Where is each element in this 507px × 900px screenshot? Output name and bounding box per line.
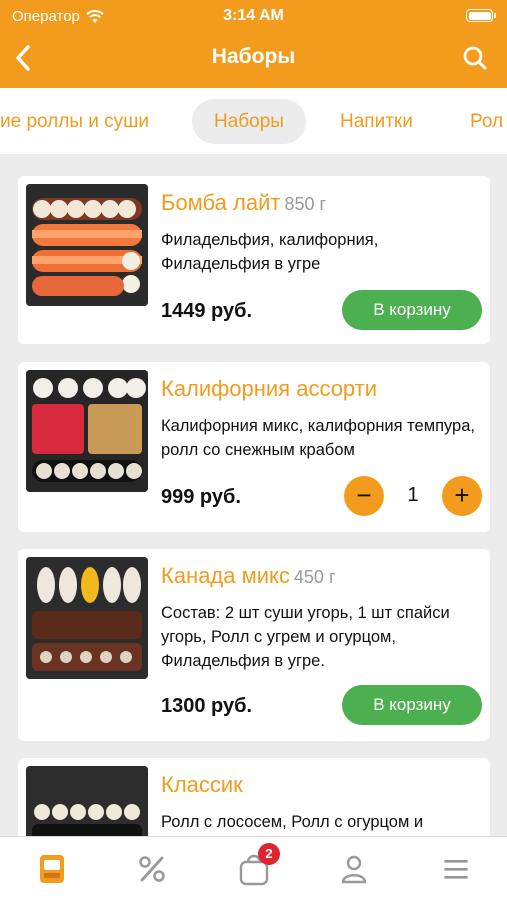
add-to-cart-button[interactable]: В корзину [342,290,482,330]
product-weight: 850 г [284,194,327,214]
product-name: Канада микс [161,563,290,588]
tab-menu[interactable] [32,851,72,887]
product-price: 999 руб. [161,486,241,508]
product-name: Калифорния ассорти [161,376,378,401]
product-title: Калифорния ассорти [161,376,377,402]
battery-icon [466,9,496,22]
product-title: Канада микс 450 г [161,563,336,589]
product-image[interactable] [26,370,148,492]
search-button[interactable] [457,40,493,76]
bottom-tab-bar: 2 [0,836,507,900]
tab-cart[interactable]: 2 [234,843,280,887]
header: Оператор 3:14 AM Наборы [0,0,507,88]
product-description: Состав: 2 шт суши угорь, 1 шт спайси уго… [161,604,450,670]
hamburger-icon [444,860,468,879]
product-description: Ролл с лососем, Ролл с огурцом и [161,813,424,831]
product-title: Бомба лайт 850 г [161,190,326,216]
tab-sets[interactable]: Наборы [192,99,306,144]
page-title: Наборы [211,45,296,68]
product-card[interactable]: Калифорния ассорти Калифорния микс, кали… [18,362,490,532]
tab-drinks[interactable]: Напитки [318,99,435,144]
status-time: 3:14 AM [223,7,284,24]
add-to-cart-button[interactable]: В корзину [342,685,482,725]
sushi-set-image [26,370,148,492]
category-tabs: ие роллы и суши Наборы Напитки Рол [0,88,507,154]
tab-rolls[interactable]: Рол [448,99,507,144]
sushi-set-image [26,557,148,679]
product-weight: 450 г [293,567,336,587]
search-icon [463,46,487,70]
decrease-quantity-button[interactable]: − [344,476,384,516]
product-name: Классик [161,772,243,797]
profile-icon [341,855,367,884]
product-name: Бомба лайт [161,190,281,215]
product-price: 1300 руб. [161,695,253,717]
percent-icon [139,856,165,882]
menu-book-icon [40,855,64,883]
product-description: Филадельфия, калифорния, Филадельфия в у… [161,231,379,273]
status-bar: Оператор 3:14 AM [0,0,507,32]
tab-more[interactable] [436,851,476,887]
product-description: Калифорния микс, калифорния темпура, рол… [161,417,475,459]
product-card[interactable]: Бомба лайт 850 г Филадельфия, калифорния,… [18,176,490,344]
sushi-set-image [26,184,148,306]
product-card[interactable]: Канада микс 450 г Состав: 2 шт суши угорь… [18,549,490,741]
product-image[interactable] [26,557,148,679]
quantity-value: 1 [407,484,419,506]
product-image[interactable] [26,184,148,306]
tab-profile[interactable] [334,851,374,887]
increase-quantity-button[interactable]: + [442,476,482,516]
product-title: Классик [161,772,243,798]
tab-rolls-sushi[interactable]: ие роллы и суши [0,99,171,144]
tab-promotions[interactable] [132,851,172,887]
product-price: 1449 руб. [161,300,253,322]
cart-count-badge: 2 [258,843,280,865]
